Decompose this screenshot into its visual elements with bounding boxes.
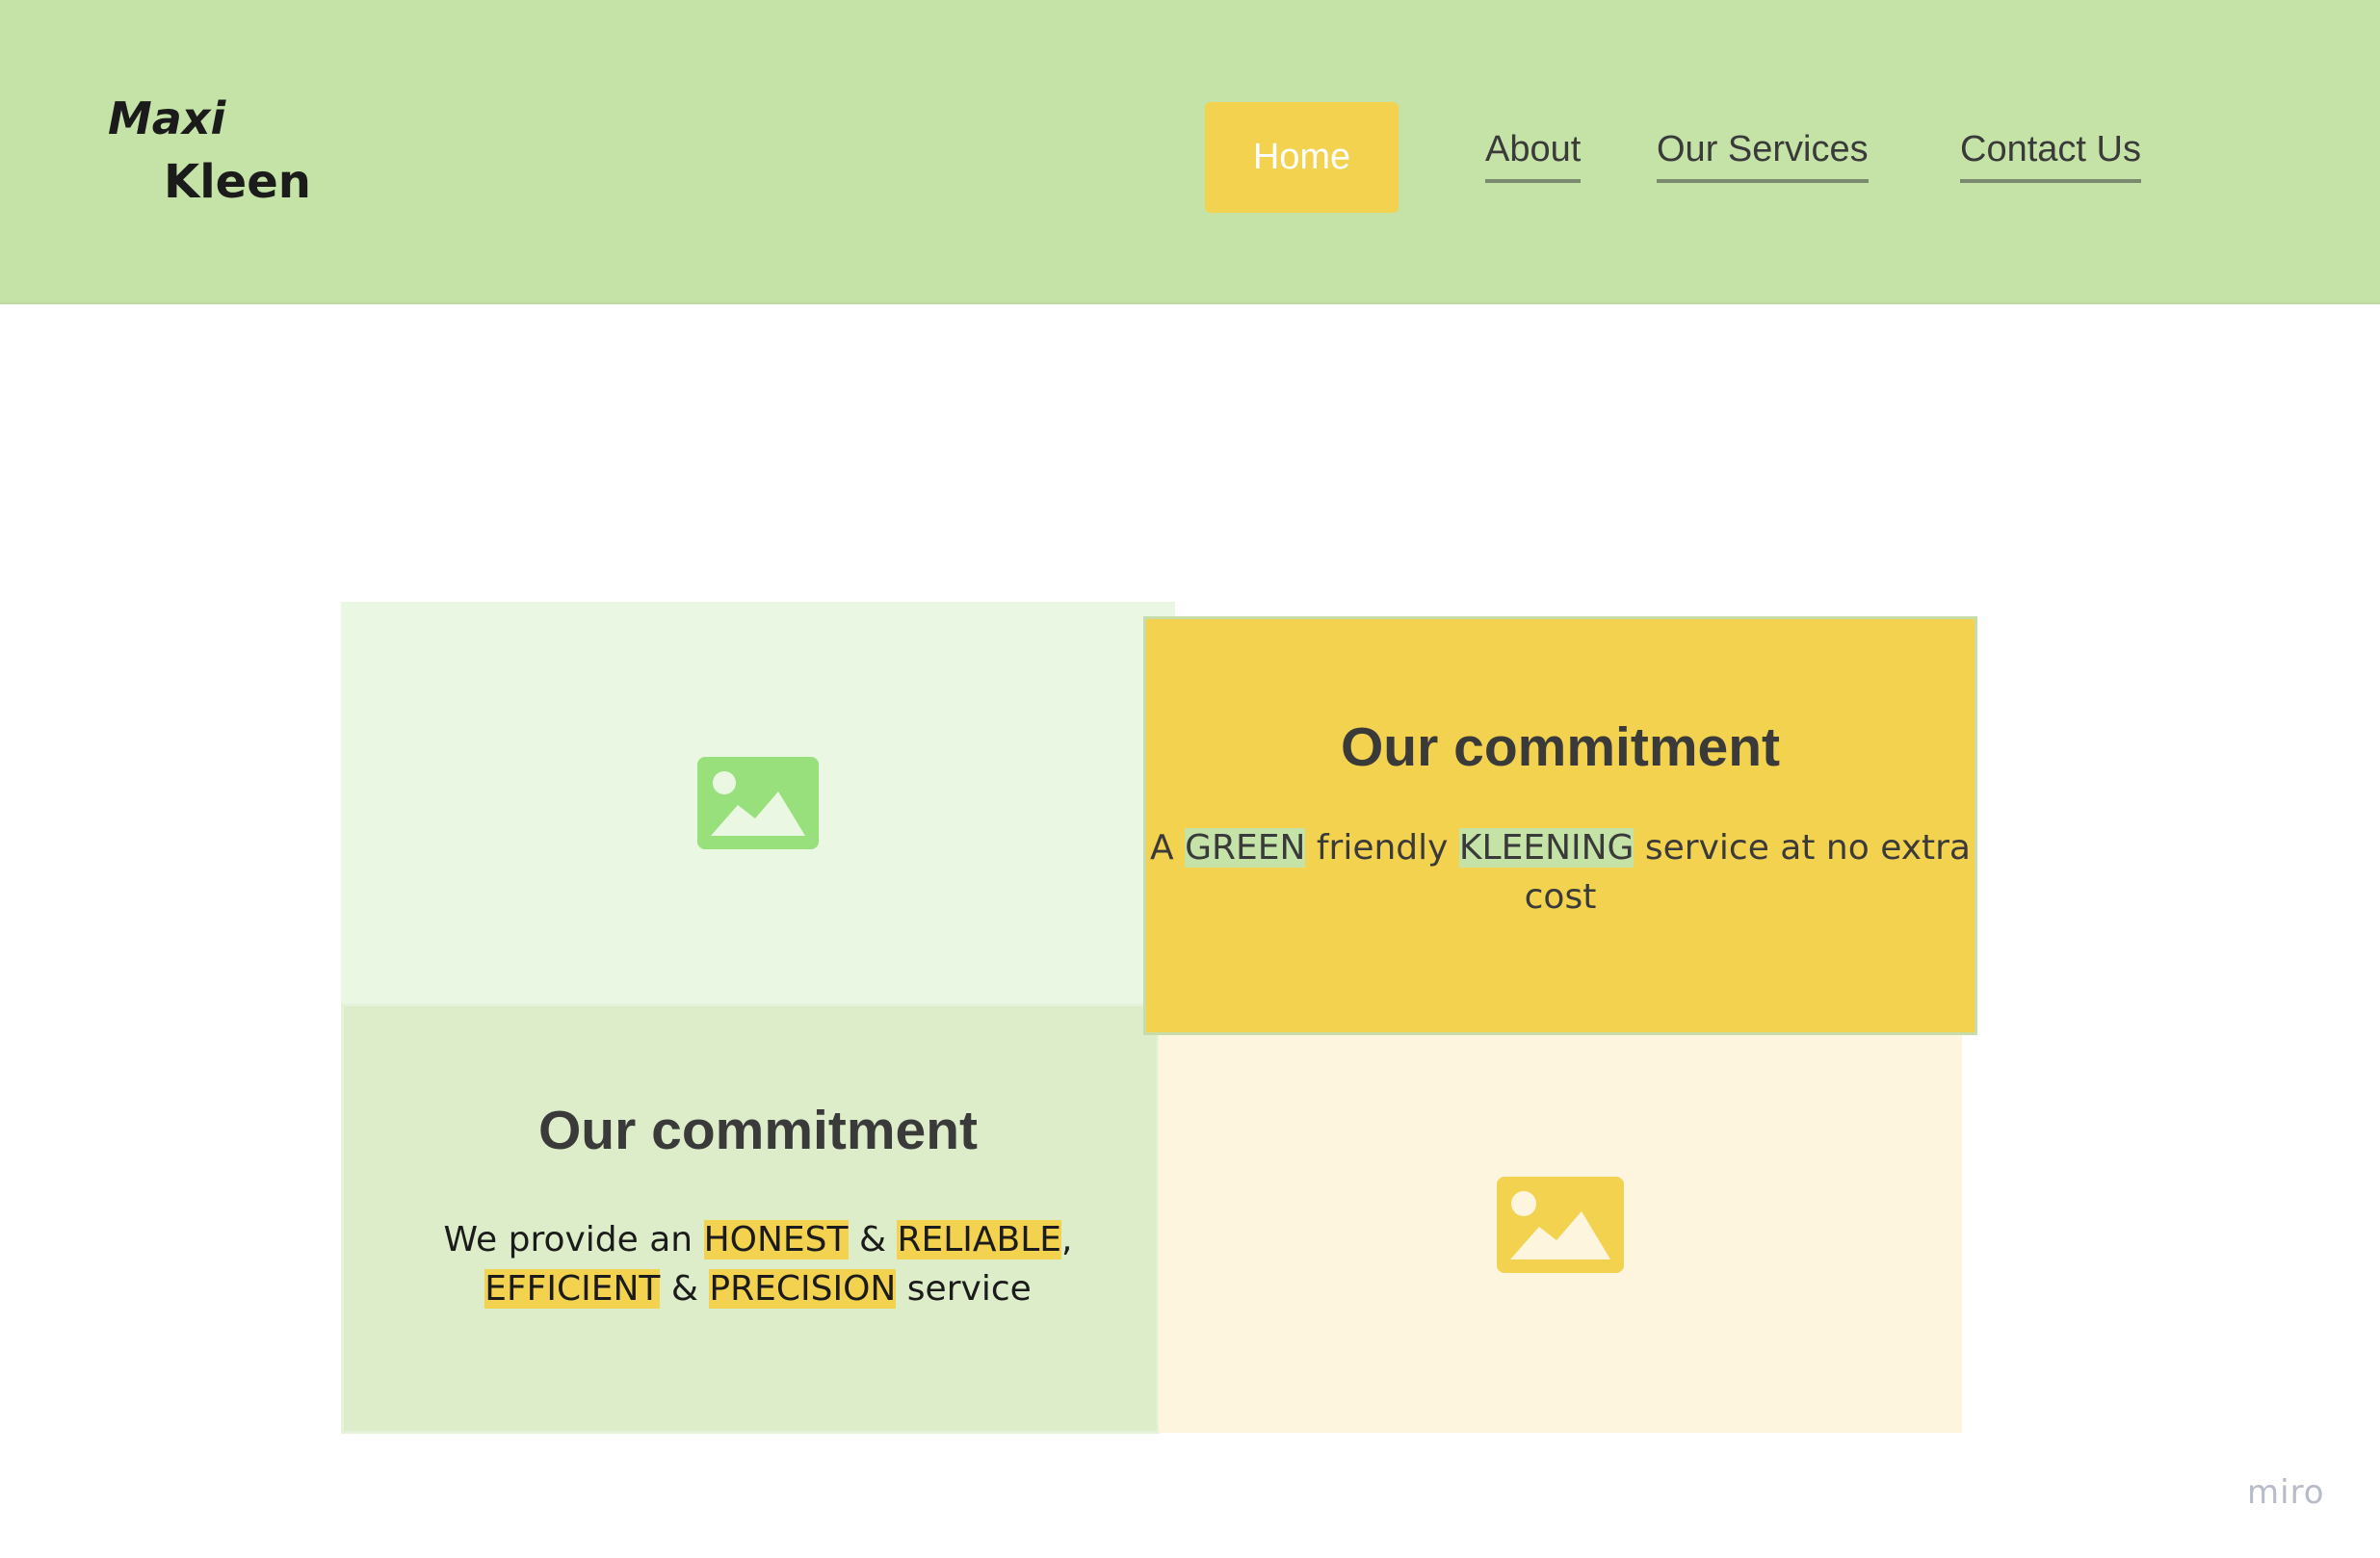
nav-home-button[interactable]: Home <box>1205 102 1399 213</box>
text-segment: , <box>1061 1220 1073 1259</box>
image-placeholder-icon <box>1497 1177 1624 1273</box>
highlight-green: GREEN <box>1185 828 1306 868</box>
text-segment: friendly <box>1305 828 1459 868</box>
highlight-honest: HONEST <box>703 1220 849 1259</box>
highlight-kleening: KLEENING <box>1458 828 1635 868</box>
logo-line-maxi[interactable]: Maxi <box>108 96 225 141</box>
commitment-text-bottom: We provide an HONEST & RELIABLE, EFFICIEN… <box>341 1215 1175 1313</box>
commitment-title-bottom: Our commitment <box>537 1100 979 1161</box>
text-segment: A <box>1150 828 1186 868</box>
logo-line-kleen[interactable]: Kleen <box>164 159 311 205</box>
text-segment: & <box>848 1220 898 1259</box>
image-placeholder-icon <box>697 757 819 849</box>
highlight-efficient: EFFICIENT <box>484 1269 661 1309</box>
miro-watermark: miro <box>2247 1473 2325 1512</box>
highlight-reliable: RELIABLE <box>897 1220 1062 1259</box>
text-segment: service <box>896 1269 1032 1309</box>
site-header: Maxi Kleen Home About Our Services Conta… <box>0 0 2380 304</box>
nav-contact-us-link[interactable]: Contact Us <box>1960 131 2141 183</box>
nav-about-link[interactable]: About <box>1485 131 1582 183</box>
commitment-title-top: Our commitment <box>1340 716 1781 778</box>
nav-our-services-link[interactable]: Our Services <box>1657 131 1869 183</box>
text-segment: We provide an <box>443 1220 704 1259</box>
text-segment: & <box>660 1269 710 1309</box>
highlight-precision: PRECISION <box>709 1269 897 1309</box>
commitment-text-top: A GREEN friendly KLEENING service at no … <box>1143 823 1977 922</box>
